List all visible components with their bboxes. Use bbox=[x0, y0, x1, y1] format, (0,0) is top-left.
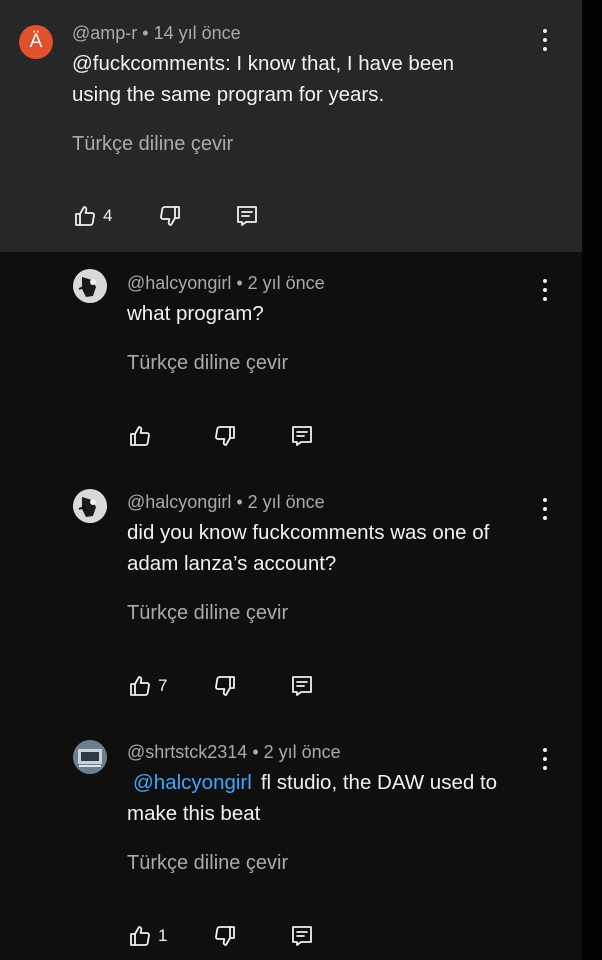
meta-separator: • bbox=[231, 492, 248, 512]
comment-meta: @shrtstck2314 • 2 yıl önce bbox=[127, 742, 341, 763]
comment-author[interactable]: @halcyongirl bbox=[127, 492, 231, 512]
reply-button[interactable] bbox=[235, 204, 259, 228]
dislike-button[interactable] bbox=[158, 204, 182, 228]
meta-separator: • bbox=[231, 273, 248, 293]
thumbs-down-icon bbox=[213, 924, 237, 948]
translate-button[interactable]: Türkçe diline çevir bbox=[127, 352, 288, 375]
more-vertical-icon[interactable] bbox=[540, 748, 550, 770]
translate-button[interactable]: Türkçe diline çevir bbox=[127, 852, 288, 875]
reply-comment-icon bbox=[290, 424, 314, 448]
screen-edge bbox=[582, 0, 602, 960]
like-button[interactable]: 7 bbox=[128, 674, 167, 698]
more-vertical-icon[interactable] bbox=[540, 279, 550, 301]
thumbs-down-icon bbox=[213, 424, 237, 448]
thumbs-up-icon bbox=[128, 674, 152, 698]
reply-button[interactable] bbox=[290, 424, 314, 448]
reply-button[interactable] bbox=[290, 924, 314, 948]
comment-age[interactable]: 14 yıl önce bbox=[154, 23, 241, 43]
comments-screen: Ä @amp-r • 14 yıl önce @fuckcomments: I … bbox=[0, 0, 582, 960]
dislike-button[interactable] bbox=[213, 674, 237, 698]
comment-author[interactable]: @shrtstck2314 bbox=[127, 742, 247, 762]
meta-separator: • bbox=[137, 23, 154, 43]
comment-age[interactable]: 2 yıl önce bbox=[264, 742, 341, 762]
thumbs-down-icon bbox=[158, 204, 182, 228]
more-vertical-icon[interactable] bbox=[540, 498, 550, 520]
translate-button[interactable]: Türkçe diline çevir bbox=[72, 133, 233, 156]
meta-separator: • bbox=[247, 742, 264, 762]
comment-meta: @amp-r • 14 yıl önce bbox=[72, 23, 241, 44]
comment-age[interactable]: 2 yıl önce bbox=[248, 492, 325, 512]
avatar[interactable] bbox=[73, 269, 107, 303]
reply-comment-icon bbox=[235, 204, 259, 228]
dislike-button[interactable] bbox=[213, 924, 237, 948]
comment-text: @fuckcomments: I know that, I have been … bbox=[72, 52, 455, 106]
thumbs-up-icon bbox=[128, 424, 152, 448]
thumbs-up-icon bbox=[128, 924, 152, 948]
reply-comment-icon bbox=[290, 674, 314, 698]
mention-link[interactable]: @halcyongirl bbox=[133, 771, 252, 794]
dislike-button[interactable] bbox=[213, 424, 237, 448]
comment-age[interactable]: 2 yıl önce bbox=[248, 273, 325, 293]
like-count: 1 bbox=[158, 926, 168, 945]
avatar[interactable]: Ä bbox=[19, 25, 53, 59]
like-button[interactable] bbox=[128, 424, 158, 448]
like-count: 7 bbox=[158, 676, 168, 695]
like-button[interactable]: 1 bbox=[128, 924, 167, 948]
comment-author[interactable]: @halcyongirl bbox=[127, 273, 231, 293]
like-button[interactable]: 4 bbox=[73, 204, 112, 228]
comment-author[interactable]: @amp-r bbox=[72, 23, 137, 43]
avatar-letter: Ä bbox=[29, 31, 43, 52]
comment-meta: @halcyongirl • 2 yıl önce bbox=[127, 273, 325, 294]
reply-comment-icon bbox=[290, 924, 314, 948]
reply-button[interactable] bbox=[290, 674, 314, 698]
more-vertical-icon[interactable] bbox=[540, 29, 550, 51]
translate-button[interactable]: Türkçe diline çevir bbox=[127, 602, 288, 625]
like-count: 4 bbox=[103, 206, 113, 225]
comment-text: what program? bbox=[127, 302, 264, 325]
thumbs-up-icon bbox=[73, 204, 97, 228]
avatar[interactable] bbox=[73, 489, 107, 523]
thumbs-down-icon bbox=[213, 674, 237, 698]
comment-text: did you know fuckcomments was one of ada… bbox=[127, 521, 490, 575]
comment-meta: @halcyongirl • 2 yıl önce bbox=[127, 492, 325, 513]
comment-text: @halcyongirl fl studio, the DAW used to m… bbox=[127, 767, 537, 829]
avatar[interactable] bbox=[73, 740, 107, 774]
